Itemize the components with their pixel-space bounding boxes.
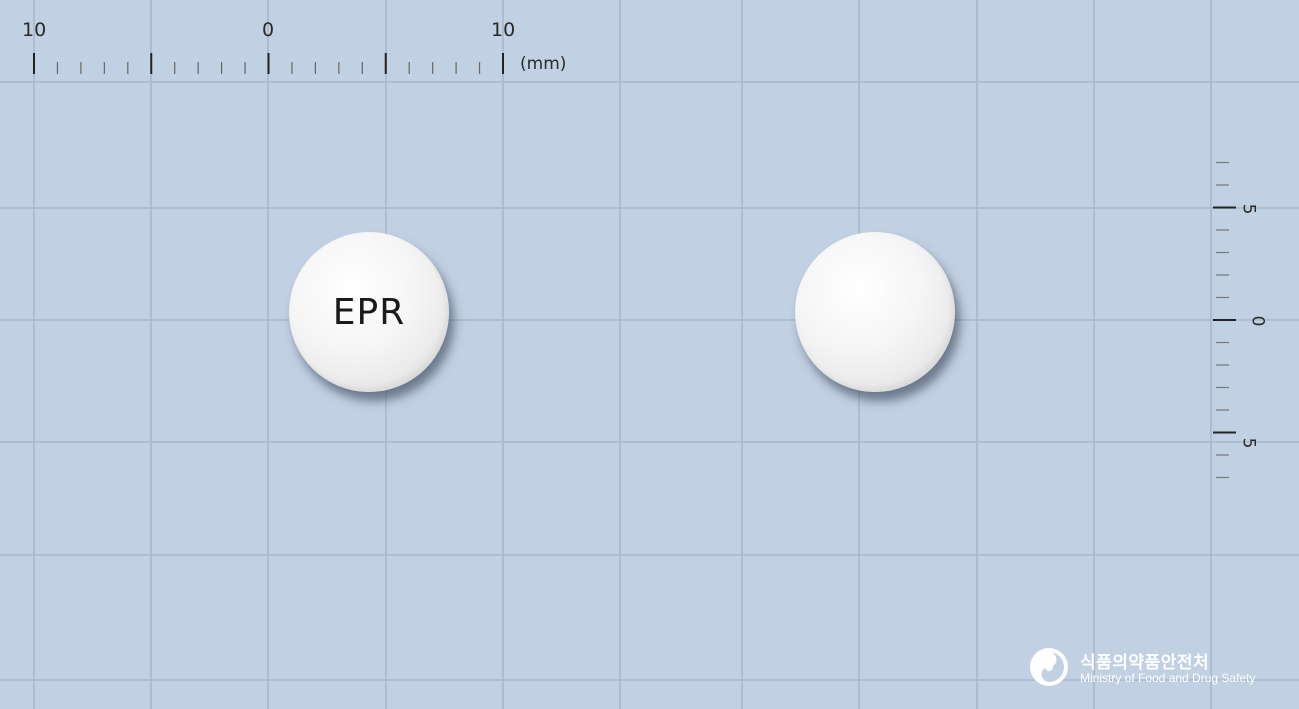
ruler-ticks: [33, 53, 1236, 479]
pill-imprint-text: EPR: [332, 292, 406, 333]
vruler-label-top: 5: [1238, 203, 1259, 215]
ministry-logo: 식품의약품안전처 Ministry of Food and Drug Safet…: [1029, 646, 1269, 694]
taegeuk-emblem-icon: [1030, 648, 1068, 686]
logo-english-text: Ministry of Food and Drug Safety: [1080, 671, 1256, 685]
logo-korean-text: 식품의약품안전처: [1080, 653, 1210, 673]
vruler-label-bottom: 5: [1238, 437, 1259, 449]
pill-front: EPR: [289, 232, 449, 392]
pill-back: [795, 232, 955, 392]
vruler-label-zero: 0: [1247, 315, 1268, 327]
